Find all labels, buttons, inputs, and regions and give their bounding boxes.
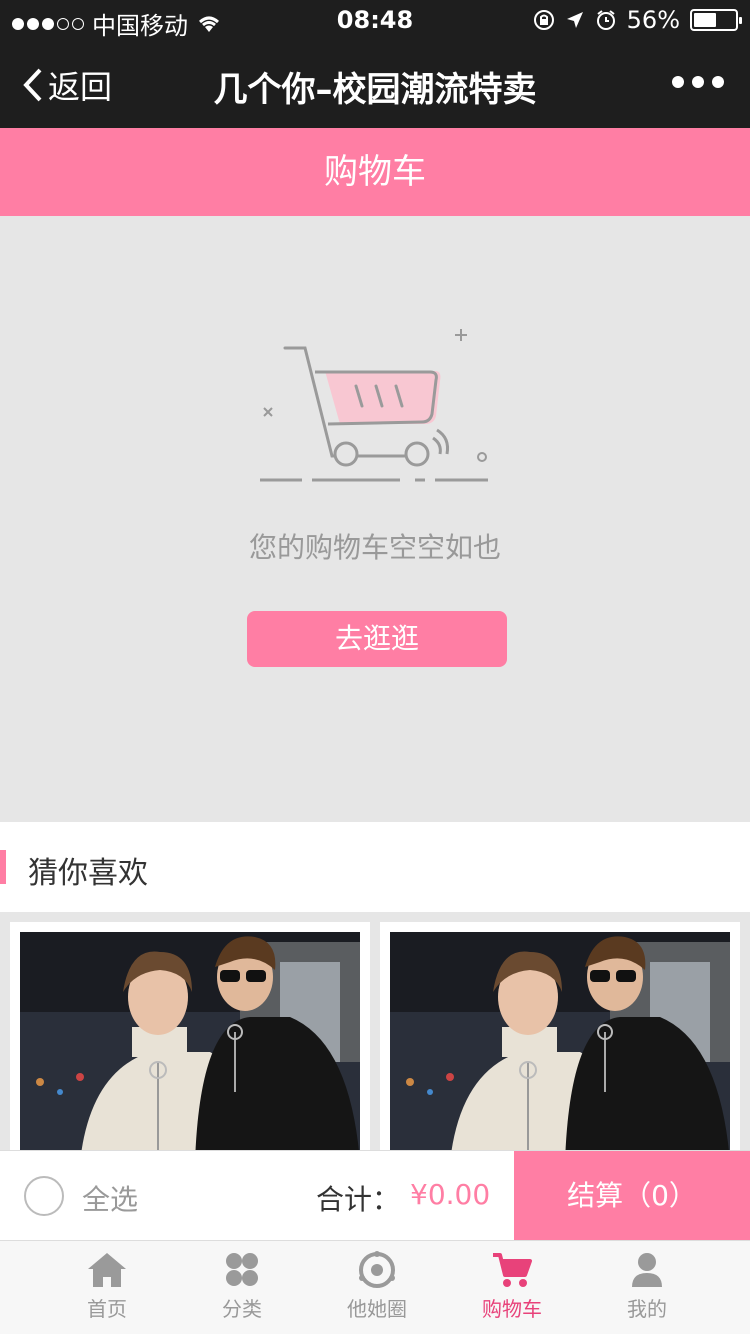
- battery-percent: 56%: [626, 6, 680, 34]
- product-card[interactable]: [10, 922, 370, 1162]
- tab-label: 首页: [87, 1297, 127, 1321]
- product-image[interactable]: [20, 932, 360, 1162]
- status-bar: 中国移动 08:48 56%: [0, 0, 750, 40]
- tab-label: 我的: [627, 1297, 667, 1321]
- tab-label: 他她圈: [347, 1297, 407, 1321]
- empty-cart-message: 您的购物车空空如也: [248, 531, 501, 564]
- go-shopping-button[interactable]: 去逛逛: [247, 611, 507, 667]
- navigation-bar: 返回 几个你–校园潮流特卖: [0, 40, 750, 128]
- total-label: 合计：: [316, 1183, 401, 1216]
- tab-label: 分类: [222, 1297, 262, 1321]
- empty-cart-section: 您的购物车空空如也 去逛逛: [0, 216, 750, 822]
- tab-label: 购物车: [482, 1297, 542, 1321]
- checkout-bar: 全选 合计： ¥0.00 结算（0）: [0, 1150, 750, 1241]
- product-card[interactable]: [380, 922, 740, 1162]
- cart-header: 购物车: [0, 128, 750, 216]
- recommend-header: 猜你喜欢: [0, 822, 750, 912]
- tab-category[interactable]: 分类: [182, 1251, 302, 1322]
- tab-home[interactable]: 首页: [47, 1251, 167, 1322]
- more-options-button[interactable]: [672, 76, 724, 88]
- recommend-title: 猜你喜欢: [28, 856, 148, 891]
- select-all-label[interactable]: 全选: [82, 1178, 138, 1218]
- checkout-button[interactable]: 结算（0）: [514, 1151, 750, 1241]
- location-icon: [566, 12, 583, 28]
- circle-icon: [359, 1251, 395, 1288]
- recommend-list: [0, 912, 750, 1162]
- section-accent-bar: [0, 850, 6, 884]
- tab-circle[interactable]: 他她圈: [317, 1251, 437, 1322]
- tab-bar: 首页 分类 他她圈 购物车 我的: [0, 1240, 750, 1334]
- tab-profile[interactable]: 我的: [587, 1251, 707, 1322]
- category-icon: [226, 1253, 258, 1286]
- select-all-checkbox[interactable]: [24, 1176, 64, 1216]
- product-image[interactable]: [390, 932, 730, 1162]
- rotation-lock-icon: [533, 10, 554, 30]
- alarm-icon: [596, 10, 615, 30]
- total-price: ¥0.00: [410, 1178, 491, 1211]
- battery-icon: [690, 9, 742, 31]
- empty-cart-icon: [260, 329, 488, 482]
- profile-icon: [632, 1253, 662, 1287]
- home-icon: [88, 1253, 126, 1287]
- cart-icon: [493, 1253, 532, 1287]
- tab-cart[interactable]: 购物车: [452, 1251, 572, 1322]
- more-icon: [672, 76, 684, 88]
- page-title: 几个你–校园潮流特卖: [213, 70, 537, 110]
